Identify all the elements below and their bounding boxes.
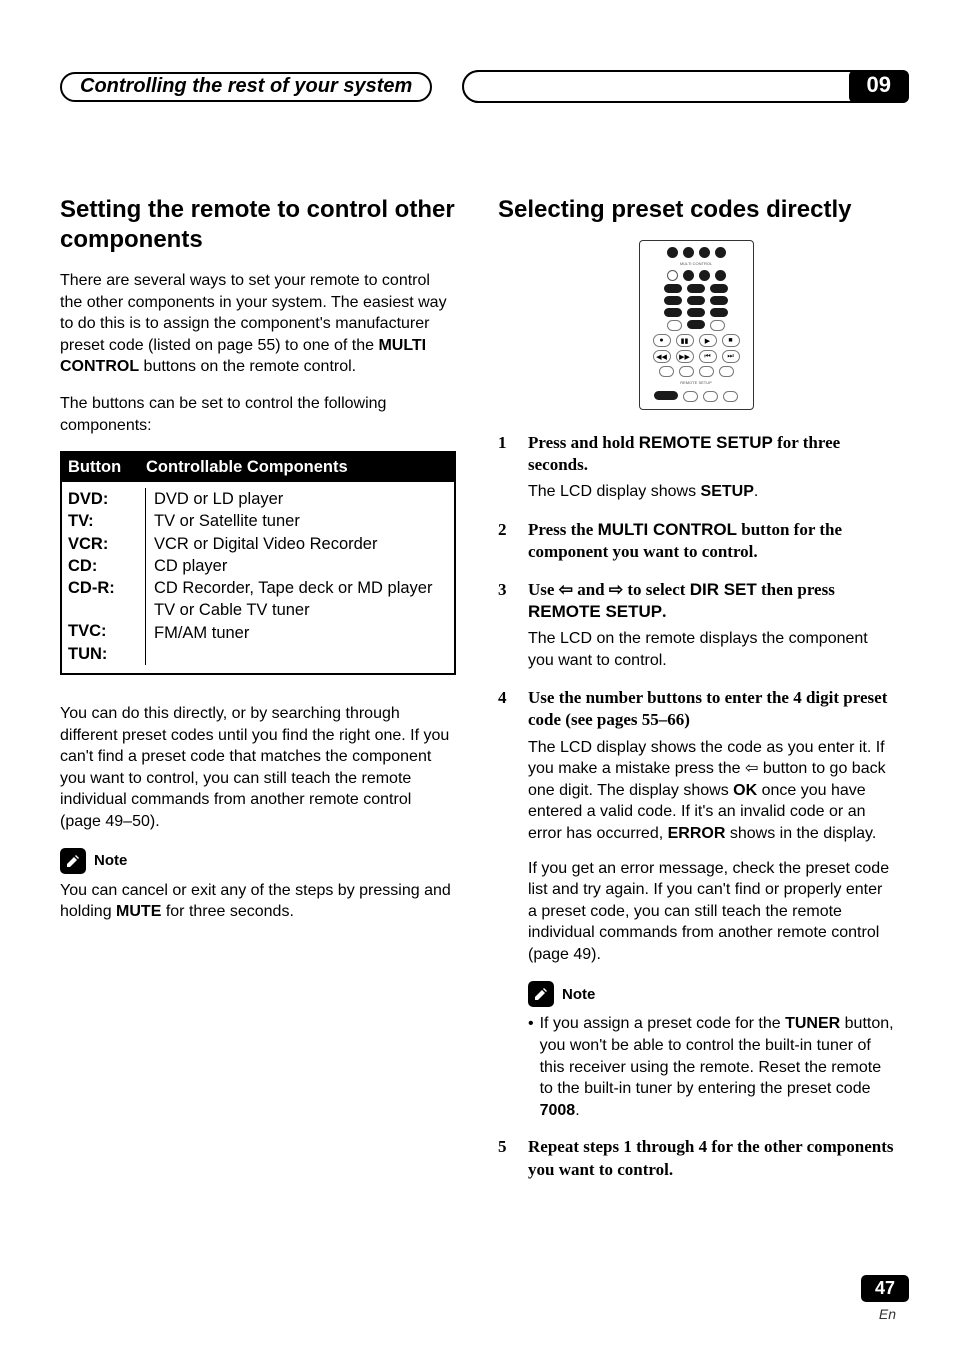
right-heading: Selecting preset codes directly — [498, 195, 894, 225]
numpad-6 — [710, 296, 728, 305]
numpad-1 — [664, 284, 682, 293]
pencil-icon — [60, 848, 86, 874]
table-header: Button Controllable Components — [62, 453, 454, 482]
note-label: Note — [94, 852, 127, 869]
step-item: 4 Use the number buttons to enter the 4 … — [498, 687, 894, 965]
table-row: VCR or Digital Video Recorder — [154, 533, 448, 555]
remote-setup-label: REMOTE SETUP — [645, 381, 748, 385]
table-row: DVD: — [68, 490, 108, 508]
step-body: The LCD display shows the code as you en… — [528, 737, 894, 966]
left-para-1: There are several ways to set your remot… — [60, 270, 456, 378]
step-number: 2 — [498, 519, 512, 563]
page-number-badge: 47 — [861, 1275, 909, 1302]
table-row: CD player — [154, 555, 448, 577]
numpad-0 — [687, 320, 705, 329]
table-row: CD Recorder, Tape deck or MD player — [154, 577, 448, 599]
table-header-button: Button — [68, 458, 146, 477]
header-rule: 09 — [462, 70, 909, 103]
right-note-bullet: • If you assign a preset code for the TU… — [528, 1013, 894, 1121]
step-title: Press the MULTI CONTROL button for the c… — [528, 519, 894, 563]
step-title: Use ⇦ and ⇨ to select DIR SET then press… — [528, 579, 894, 623]
language-indicator: En — [879, 1306, 896, 1322]
pencil-icon — [528, 981, 554, 1007]
left-column: Setting the remote to control other comp… — [60, 195, 456, 1197]
step-title: Use the number buttons to enter the 4 di… — [528, 687, 894, 731]
table-row: TV: — [68, 512, 94, 530]
left-heading: Setting the remote to control other comp… — [60, 195, 456, 255]
step-number: 4 — [498, 687, 512, 731]
step-item: 5 Repeat steps 1 through 4 for the other… — [498, 1136, 894, 1180]
table-row: CD-R: — [68, 579, 115, 597]
table-row: FM/AM tuner — [154, 622, 448, 644]
steps-list: 1 Press and hold REMOTE SETUP for three … — [498, 432, 894, 965]
left-para-3: You can do this directly, or by searchin… — [60, 703, 456, 833]
numpad-7 — [664, 308, 682, 317]
right-column: Selecting preset codes directly MULTI CO… — [498, 195, 894, 1197]
table-row: DVD or LD player — [154, 488, 448, 510]
table-header-components: Controllable Components — [146, 458, 348, 477]
numpad-2 — [687, 284, 705, 293]
table-row: TV or Cable TV tuner — [154, 599, 448, 621]
page-header: Controlling the rest of your system 09 — [60, 70, 909, 103]
step-number: 1 — [498, 432, 512, 476]
header-title-pill: Controlling the rest of your system — [60, 72, 432, 102]
numpad-9 — [710, 308, 728, 317]
note-callout: Note — [60, 848, 456, 874]
step-body: The LCD on the remote displays the compo… — [528, 628, 894, 671]
table-row: CD: — [68, 557, 97, 575]
numpad-4 — [664, 296, 682, 305]
step-title: Repeat steps 1 through 4 for the other c… — [528, 1136, 894, 1180]
step-item: 2 Press the MULTI CONTROL button for the… — [498, 519, 894, 563]
step-item: 1 Press and hold REMOTE SETUP for three … — [498, 432, 894, 503]
numpad-3 — [710, 284, 728, 293]
note-label: Note — [562, 986, 595, 1003]
step-number: 3 — [498, 579, 512, 623]
numpad-5 — [687, 296, 705, 305]
step-item: 3 Use ⇦ and ⇨ to select DIR SET then pre… — [498, 579, 894, 671]
left-note-body: You can cancel or exit any of the steps … — [60, 880, 456, 923]
table-row: TV or Satellite tuner — [154, 510, 448, 532]
table-row: TUN: — [68, 645, 107, 663]
note-callout: Note — [528, 981, 894, 1007]
arrow-left-icon: ⇦ — [559, 579, 573, 601]
arrow-right-icon: ⇨ — [609, 579, 623, 601]
table-row: TVC: — [68, 622, 107, 640]
components-table: Button Controllable Components DVD: TV: … — [60, 451, 456, 675]
chapter-number-badge: 09 — [849, 70, 909, 103]
step-number: 5 — [498, 1136, 512, 1180]
step-title: Press and hold REMOTE SETUP for three se… — [528, 432, 894, 476]
left-para-2: The buttons can be set to control the fo… — [60, 393, 456, 436]
remote-control-figure: MULTI CONTROL ●▮▮▶■ ◀◀▶▶⏮⏭ REMOTE SETUP — [639, 240, 754, 410]
step-body: The LCD display shows SETUP. — [528, 481, 894, 503]
table-row: VCR: — [68, 535, 108, 553]
numpad-8 — [687, 308, 705, 317]
arrow-left-icon: ⇦ — [745, 758, 758, 780]
